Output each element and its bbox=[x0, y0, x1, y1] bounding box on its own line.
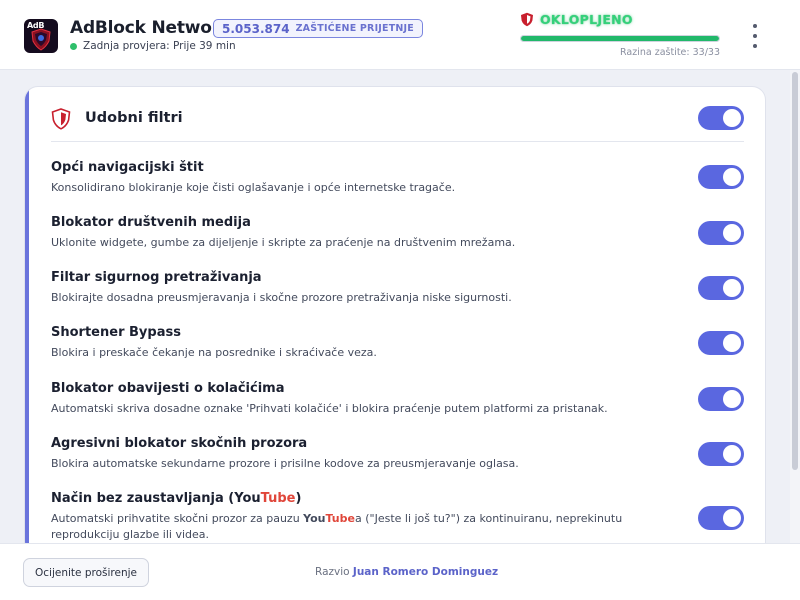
threats-blocked-badge: 5.053.874 ZAŠTIĆENE PRIJETNJE bbox=[213, 19, 423, 38]
filter-item-social-media: Blokator društvenih medija Uklonite widg… bbox=[51, 215, 731, 251]
protection-level-fill bbox=[521, 36, 719, 41]
shield-icon bbox=[521, 12, 533, 27]
filter-title: Filtar sigurnog pretraživanja bbox=[51, 270, 262, 285]
card-header: Udobni filtri bbox=[51, 105, 744, 142]
youtube-tube: Tube bbox=[325, 512, 355, 525]
youtube-you: You bbox=[303, 512, 326, 525]
toggle-social-media[interactable] bbox=[698, 221, 744, 245]
filter-desc: Automatski skriva dosadne oznake 'Prihva… bbox=[51, 402, 608, 415]
credit-prefix: Razvio bbox=[315, 566, 353, 578]
filter-desc: Blokirajte dosadna preusmjeravanja i sko… bbox=[51, 291, 512, 304]
filter-item-popup-blocker: Agresivni blokator skočnih prozora Bloki… bbox=[51, 436, 731, 472]
filter-desc-prefix: Automatski prihvatite skočni prozor za p… bbox=[51, 512, 304, 525]
filter-title: Blokator društvenih medija bbox=[51, 215, 251, 230]
protection-level-label: Razina zaštite: 33/33 bbox=[620, 47, 720, 58]
online-dot-icon bbox=[70, 42, 77, 50]
master-toggle[interactable] bbox=[698, 106, 744, 130]
filter-title-suffix: ) bbox=[295, 491, 302, 506]
last-check-text: Zadnja provjera: Prije 39 min bbox=[83, 40, 236, 52]
toggle-popup-blocker[interactable] bbox=[698, 442, 744, 466]
youtube-tube: Tube bbox=[260, 491, 296, 506]
filter-item-safe-search: Filtar sigurnog pretraživanja Blokirajte… bbox=[51, 270, 731, 306]
filter-desc: Blokira i preskače čekanje na posrednike… bbox=[51, 346, 377, 359]
filter-desc: Uklonite widgete, gumbe za dijeljenje i … bbox=[51, 236, 516, 249]
filter-desc: Automatski prihvatite skočni prozor za p… bbox=[51, 511, 661, 543]
rate-extension-button[interactable]: Ocijenite proširenje bbox=[23, 558, 149, 587]
threats-blocked-label: ZAŠTIĆENE PRIJETNJE bbox=[295, 23, 414, 34]
filter-title: Blokator obavijesti o kolačićima bbox=[51, 381, 285, 396]
toggle-general-shield[interactable] bbox=[698, 165, 744, 189]
scrollbar[interactable] bbox=[790, 70, 800, 543]
scrollbar-thumb[interactable] bbox=[792, 72, 798, 470]
more-vertical-icon[interactable] bbox=[745, 24, 765, 48]
app-title: AdBlock Network bbox=[70, 18, 232, 38]
threats-blocked-count: 5.053.874 bbox=[222, 21, 290, 36]
header: AdB AdBlock Network 5.053.874 ZAŠTIĆENE … bbox=[0, 0, 800, 70]
logo-shield-icon bbox=[31, 28, 51, 51]
developer-credit: Razvio Juan Romero Dominguez bbox=[315, 566, 498, 578]
last-check: Zadnja provjera: Prije 39 min bbox=[70, 40, 236, 52]
shield-icon bbox=[51, 108, 71, 130]
protection-level-bar bbox=[520, 35, 720, 42]
credit-author-link[interactable]: Juan Romero Dominguez bbox=[353, 566, 498, 578]
filter-item-cookie-notices: Blokator obavijesti o kolačićima Automat… bbox=[51, 381, 731, 417]
filter-title: Shortener Bypass bbox=[51, 325, 181, 340]
protection-status: OKLOPLJENO Razina zaštite: 33/33 bbox=[520, 12, 720, 62]
status-text: OKLOPLJENO bbox=[540, 12, 633, 27]
app-logo: AdB bbox=[24, 19, 58, 53]
filter-title: Način bez zaustavljanja (YouTube) bbox=[51, 491, 731, 506]
filters-card: Udobni filtri Opći navigacijski štit Kon… bbox=[24, 86, 766, 556]
toggle-cookie-notices[interactable] bbox=[698, 387, 744, 411]
footer: Ocijenite proširenje Razvio Juan Romero … bbox=[0, 543, 800, 600]
filter-title: Opći navigacijski štit bbox=[51, 160, 204, 175]
filter-desc: Konsolidirano blokiranje koje čisti ogla… bbox=[51, 181, 456, 194]
filter-item-shortener-bypass: Shortener Bypass Blokira i preskače čeka… bbox=[51, 325, 731, 361]
filter-item-general-shield: Opći navigacijski štit Konsolidirano blo… bbox=[51, 160, 731, 196]
toggle-shortener-bypass[interactable] bbox=[698, 331, 744, 355]
filter-title: Agresivni blokator skočnih prozora bbox=[51, 436, 308, 451]
filter-desc: Blokira automatske sekundarne prozore i … bbox=[51, 457, 519, 470]
toggle-nonstop-youtube[interactable] bbox=[698, 506, 744, 530]
youtube-you: You bbox=[234, 491, 261, 506]
toggle-safe-search[interactable] bbox=[698, 276, 744, 300]
filter-title-prefix: Način bez zaustavljanja ( bbox=[51, 491, 235, 506]
card-title: Udobni filtri bbox=[85, 110, 183, 126]
filter-item-nonstop-youtube: Način bez zaustavljanja (YouTube) Automa… bbox=[51, 491, 731, 543]
